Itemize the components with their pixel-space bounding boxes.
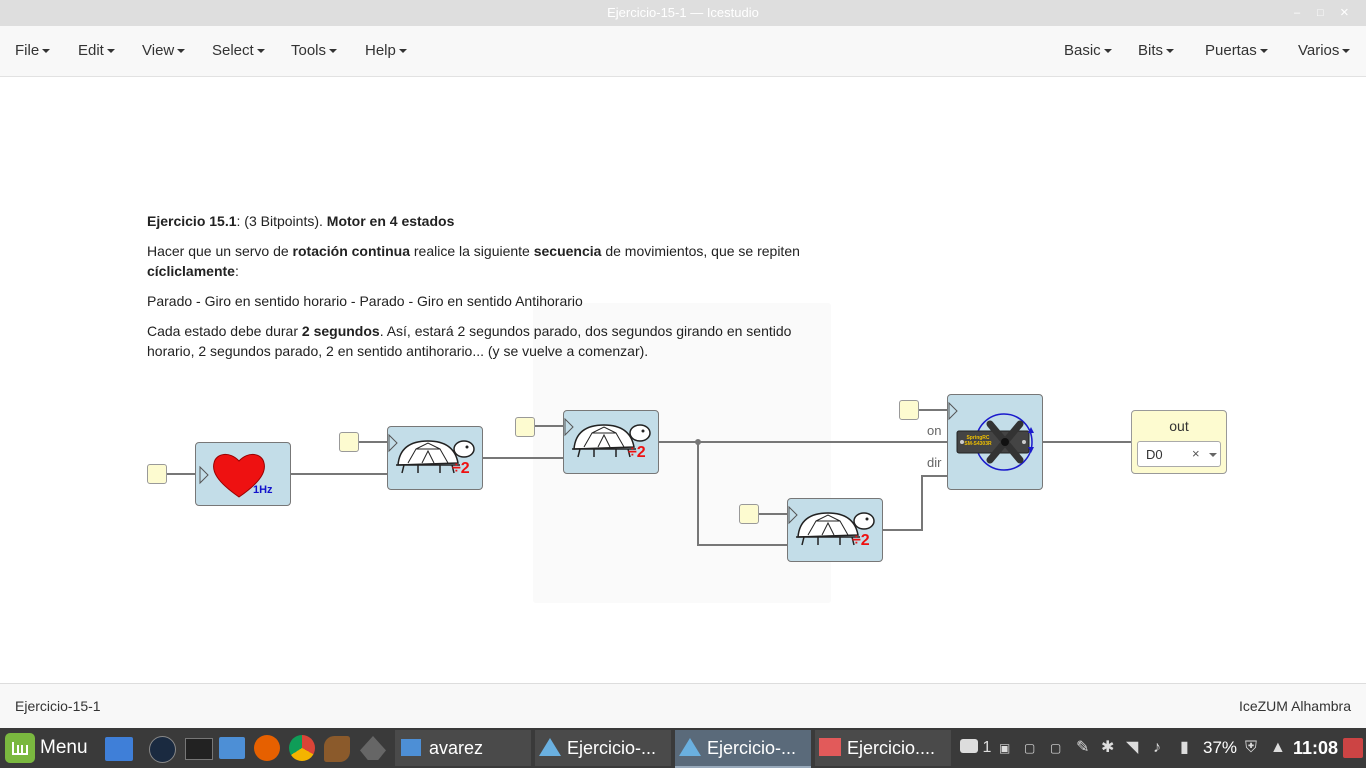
volume-icon[interactable]: ♪ [1153, 728, 1161, 768]
input-port-divider-1[interactable] [339, 432, 359, 452]
firefox-icon[interactable] [254, 735, 280, 761]
maximize-button[interactable]: □ [1317, 0, 1324, 26]
menu-tools[interactable]: Tools [291, 42, 338, 59]
taskbar-task-image-viewer[interactable]: Ejercicio.... [815, 730, 951, 766]
turtle-divider-block-3[interactable]: ÷2 [787, 498, 883, 562]
menu-basic[interactable]: Basic [1064, 42, 1112, 59]
notifications-icon[interactable]: 1 [960, 728, 991, 768]
menu-edit[interactable]: Edit [78, 42, 115, 59]
input-port-servo[interactable] [899, 400, 919, 420]
tray-icon-workspace[interactable]: ▢ [1050, 728, 1061, 768]
heartbeat-block[interactable]: 1Hz [195, 442, 291, 506]
taskbar-task-icestudio-2[interactable]: Ejercicio-... [675, 730, 811, 768]
taskbar-task-files[interactable]: avarez [395, 730, 531, 766]
files-icon[interactable] [219, 737, 245, 759]
turtle-icon [388, 433, 475, 474]
menubar: File Edit View Select Tools Help Basic B… [0, 26, 1366, 77]
divider-label: ÷2 [852, 532, 870, 549]
menu-help[interactable]: Help [365, 42, 407, 59]
menu-select[interactable]: Select [212, 42, 265, 59]
clock[interactable]: 11:08 [1293, 728, 1338, 768]
wires [166, 409, 1132, 546]
folder-icon [401, 739, 421, 756]
mint-logo-icon[interactable] [5, 733, 35, 763]
design-canvas[interactable]: Ejercicio 15.1: (3 Bitpoints). Motor en … [0, 77, 1366, 682]
board-name[interactable]: IceZUM Alhambra [1239, 698, 1351, 714]
window-title: Ejercicio-15-1 — Icestudio [607, 5, 759, 20]
notes-icon[interactable]: ✎ [1076, 728, 1089, 768]
menu-view[interactable]: View [142, 42, 186, 59]
taskbar-task-icestudio-1[interactable]: Ejercicio-... [535, 730, 671, 766]
turtle-divider-block-2[interactable]: ÷2 [563, 410, 659, 474]
inkscape-icon[interactable] [360, 736, 386, 760]
taskbar: Menu avarez Ejercicio-... Ejercicio-... … [0, 728, 1366, 768]
divider-label: ÷2 [628, 444, 646, 461]
icestudio-icon [539, 738, 561, 756]
servo-block[interactable]: SpringRC SM-S4303R [947, 394, 1043, 490]
servo-port-dir-label: dir [927, 455, 942, 470]
battery-percent[interactable]: 37% [1203, 728, 1237, 768]
mint-logo-glyph [12, 742, 28, 755]
steam-icon[interactable] [149, 736, 176, 763]
icestudio-icon [679, 738, 701, 756]
turtle-icon [788, 505, 875, 546]
servo-model-label: SpringRC SM-S4303R [964, 435, 992, 447]
tray-icon-a[interactable]: ▢ [1024, 728, 1035, 768]
battery-icon[interactable]: ▮ [1180, 728, 1189, 768]
minimize-button[interactable]: – [1294, 0, 1300, 26]
tray-icon-zz[interactable]: ▣ [999, 728, 1010, 768]
chrome-icon[interactable] [289, 735, 315, 761]
notification-count: 1 [982, 739, 992, 756]
menu-bits[interactable]: Bits [1138, 42, 1175, 59]
show-desktop-icon[interactable] [1343, 738, 1363, 758]
bluetooth-icon[interactable]: ✱ [1101, 728, 1114, 768]
update-icon[interactable]: ▲ [1270, 728, 1286, 768]
close-button[interactable]: × [1340, 0, 1349, 26]
start-menu-button[interactable]: Menu [40, 730, 88, 766]
gimp-icon[interactable] [324, 736, 350, 762]
output-block[interactable]: out D0 × [1131, 410, 1227, 474]
output-pin-value: D0 [1146, 447, 1163, 462]
image-viewer-icon [819, 738, 841, 756]
project-name: Ejercicio-15-1 [15, 698, 101, 714]
menu-varios[interactable]: Varios [1298, 42, 1351, 59]
wifi-icon[interactable]: ◥ [1126, 728, 1138, 768]
statusbar: Ejercicio-15-1 IceZUM Alhambra [0, 683, 1366, 728]
clear-icon[interactable]: × [1192, 446, 1200, 461]
chevron-down-icon[interactable] [1209, 453, 1217, 457]
terminal-icon[interactable] [185, 738, 213, 760]
heart-icon [199, 454, 265, 498]
heartbeat-frequency-label: 1Hz [253, 484, 273, 496]
divider-label: ÷2 [452, 460, 470, 477]
menu-file[interactable]: File [15, 42, 51, 59]
output-name: out [1169, 418, 1189, 434]
shield-icon[interactable]: ⛨ [1245, 728, 1257, 768]
turtle-icon [564, 417, 651, 458]
input-port-clock[interactable] [147, 464, 167, 484]
desktop-icon[interactable] [105, 737, 133, 761]
input-port-divider-2[interactable] [515, 417, 535, 437]
menu-puertas[interactable]: Puertas [1205, 42, 1268, 59]
output-pin-select[interactable]: D0 × [1137, 441, 1221, 467]
turtle-divider-block-1[interactable]: ÷2 [387, 426, 483, 490]
servo-port-on-label: on [927, 423, 942, 438]
input-port-divider-3[interactable] [739, 504, 759, 524]
window-titlebar: Ejercicio-15-1 — Icestudio – □ × [0, 0, 1366, 26]
